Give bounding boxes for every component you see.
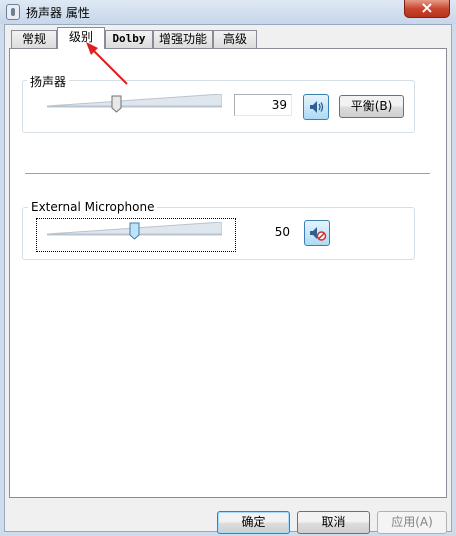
annotation-arrow (86, 42, 128, 85)
